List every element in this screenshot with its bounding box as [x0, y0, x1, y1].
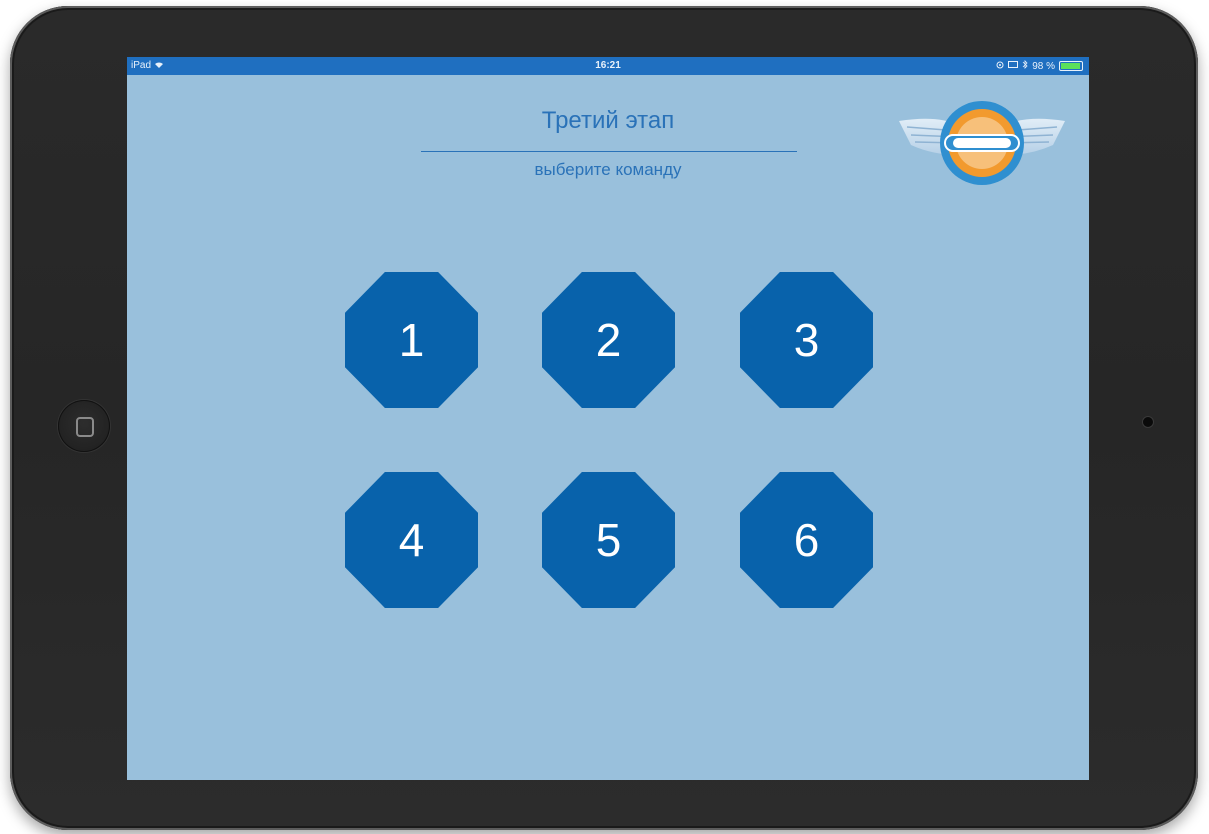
status-time: 16:21 [595, 60, 621, 71]
status-right: 98 % [996, 60, 1083, 72]
battery-icon [1059, 61, 1083, 71]
home-square-icon [76, 417, 94, 437]
home-button[interactable] [58, 400, 110, 452]
winged-emblem-logo [897, 97, 1067, 189]
team-3-button[interactable]: 3 [740, 272, 873, 408]
screen-mirror-icon [1008, 60, 1019, 72]
location-icon [996, 61, 1004, 72]
team-5-button[interactable]: 5 [542, 472, 675, 608]
team-1-button[interactable]: 1 [345, 272, 478, 408]
team-2-button[interactable]: 2 [542, 272, 675, 408]
bluetooth-icon [1022, 60, 1028, 72]
title-divider [421, 151, 797, 152]
team-4-button[interactable]: 4 [345, 472, 478, 608]
app-screen: iPad 16:21 98 % Третий этап выберите ком… [127, 57, 1089, 780]
team-6-button[interactable]: 6 [740, 472, 873, 608]
camera-icon [1143, 417, 1153, 427]
battery-percent: 98 % [1032, 60, 1055, 72]
status-bar: iPad 16:21 98 % [127, 57, 1089, 75]
